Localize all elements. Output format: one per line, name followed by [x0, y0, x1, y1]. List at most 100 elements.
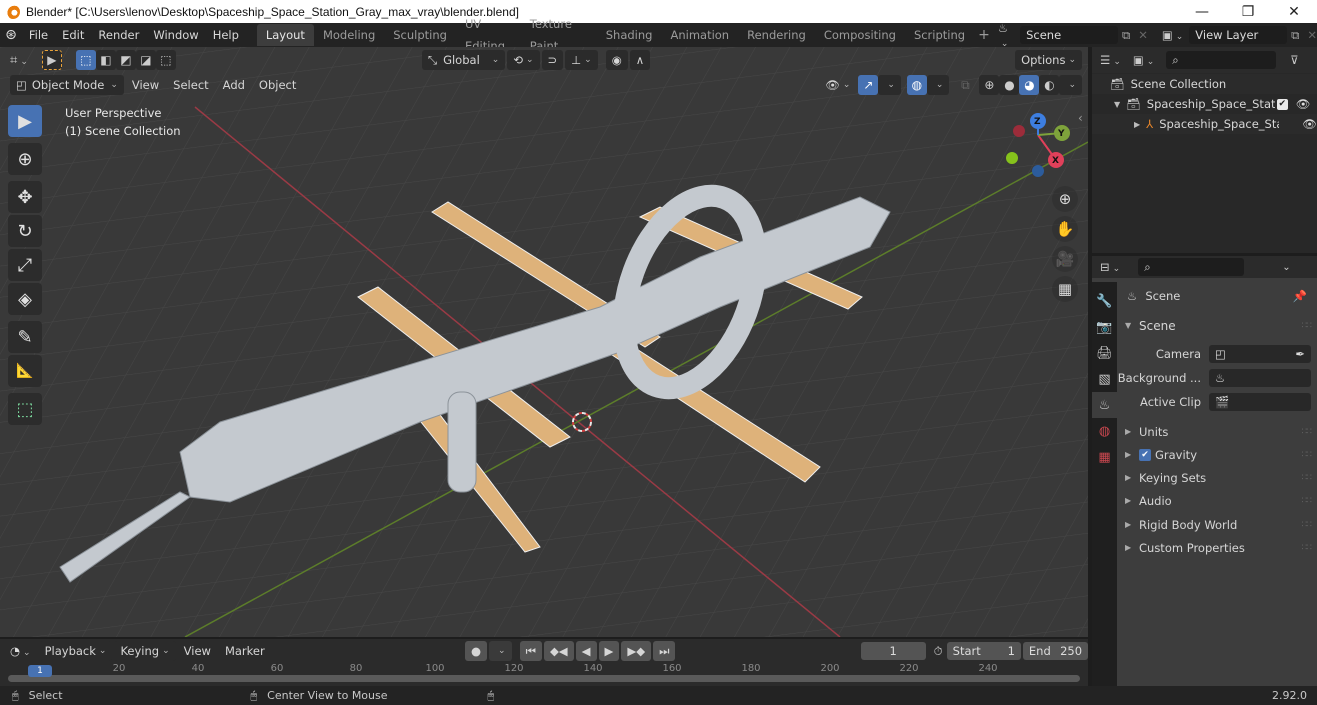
scene-panel-header[interactable]: ▼ Scene ∷∷	[1117, 314, 1317, 337]
playhead[interactable]: 1	[28, 665, 52, 677]
exclude-checkbox[interactable]: ✔	[1276, 98, 1288, 110]
end-frame-field[interactable]: End 250	[1022, 642, 1089, 660]
expand-arrow-icon[interactable]: ▼	[1114, 100, 1120, 109]
workspace-tab-scripting[interactable]: Scripting	[905, 24, 974, 46]
playback-dropdown[interactable]: Playback ⌄	[38, 641, 113, 661]
visibility-eye-icon[interactable]: 👁	[1296, 97, 1311, 111]
add-workspace-button[interactable]: +	[974, 27, 994, 43]
drag-handle-icon[interactable]: ∷∷	[1302, 321, 1313, 331]
shading-solid[interactable]: ●	[999, 75, 1020, 95]
tool-scale[interactable]: ⤢	[8, 249, 42, 281]
drag-handle-icon[interactable]: ∷∷	[1302, 543, 1313, 553]
jump-to-prev-keyframe-button[interactable]: ◆◀	[543, 641, 574, 661]
shading-dropdown[interactable]: ⌄	[1059, 75, 1082, 95]
drag-handle-icon[interactable]: ∷∷	[1302, 496, 1313, 506]
view-layer-selector-icon[interactable]: ▣ ⌄	[1162, 28, 1183, 42]
tab-tool[interactable]: 🔧	[1092, 288, 1117, 314]
remove-view-layer-icon[interactable]: ✕	[1307, 28, 1317, 42]
select-mode-intersect-icon[interactable]: ⬚	[155, 50, 176, 70]
timeline-editor-type-icon[interactable]: ◔ ⌄	[10, 644, 31, 658]
properties-options-dropdown[interactable]: ⌄	[1282, 262, 1290, 273]
active-clip-field[interactable]: 🎬	[1209, 392, 1311, 411]
jump-to-start-button[interactable]: ⏮	[519, 641, 542, 661]
outliner-item[interactable]: ▼ 🗃 Spaceship_Space_Statior ✔ 👁	[1092, 94, 1317, 114]
mode-dropdown[interactable]: ◰ Object Mode ⌄	[10, 75, 124, 95]
zoom-view-button[interactable]: ⊕	[1052, 186, 1078, 212]
gizmo-neg-x[interactable]	[1013, 125, 1025, 137]
tool-rotate[interactable]: ↻	[8, 215, 42, 247]
pan-view-button[interactable]: ✋	[1052, 216, 1078, 242]
restore-button[interactable]: ❐	[1225, 0, 1271, 23]
keying-dropdown[interactable]: Keying ⌄	[114, 641, 176, 661]
tab-world[interactable]: ◍	[1092, 418, 1117, 444]
gravity-checkbox[interactable]: ✔	[1139, 448, 1151, 461]
menu-add[interactable]: Add	[217, 75, 251, 95]
rigid-body-world-panel[interactable]: ▶ Rigid Body World ∷∷	[1117, 513, 1317, 536]
jump-to-end-button[interactable]: ⏭	[653, 641, 676, 661]
gizmo-neg-y[interactable]	[1006, 152, 1018, 164]
gizmo-dropdown[interactable]: ⌄	[878, 75, 901, 95]
keying-sets-panel[interactable]: ▶ Keying Sets ∷∷	[1117, 466, 1317, 489]
units-panel[interactable]: ▶ Units ∷∷	[1117, 420, 1317, 443]
tab-scene[interactable]: ♨	[1092, 392, 1117, 418]
timeline-menu-marker[interactable]: Marker	[219, 641, 271, 661]
menu-help[interactable]: Help	[206, 23, 246, 47]
play-reverse-button[interactable]: ◀	[575, 641, 597, 661]
toggle-ortho-button[interactable]: ▦	[1052, 276, 1078, 302]
proportional-edit-toggle[interactable]: ◉	[605, 50, 628, 70]
tool-move[interactable]: ✥	[8, 181, 42, 213]
editor-type-icon[interactable]: ⌗ ⌄	[10, 53, 28, 68]
gizmo-neg-z[interactable]	[1032, 165, 1044, 177]
remove-scene-icon[interactable]: ✕	[1138, 28, 1148, 42]
duplicate-scene-icon[interactable]: ⧉	[1122, 28, 1130, 43]
camera-field[interactable]: ◰ ✒	[1209, 344, 1311, 363]
workspace-tab-compositing[interactable]: Compositing	[815, 24, 905, 46]
stopwatch-icon[interactable]: ⏱	[934, 644, 943, 659]
jump-to-next-keyframe-button[interactable]: ▶◆	[621, 641, 652, 661]
timeline-menu-view[interactable]: View	[178, 641, 217, 661]
auto-keying-toggle[interactable]: ●	[464, 641, 488, 661]
workspace-tab-animation[interactable]: Animation	[661, 24, 738, 46]
close-button[interactable]: ✕	[1271, 0, 1317, 23]
workspace-tab-shading[interactable]: Shading	[597, 24, 662, 46]
start-frame-field[interactable]: Start 1	[946, 642, 1021, 660]
workspace-tab-modeling[interactable]: Modeling	[314, 24, 384, 46]
active-tool-icon[interactable]: ▶	[41, 50, 62, 70]
tool-select-box[interactable]: ▶	[8, 105, 42, 137]
keying-set-dropdown[interactable]: ⌄	[489, 641, 512, 661]
snap-toggle[interactable]: ⊃	[541, 50, 564, 70]
tool-cursor[interactable]: ⊕	[8, 143, 42, 175]
snap-target-dropdown[interactable]: ⊥ ⌄	[565, 50, 598, 70]
shading-wireframe[interactable]: ⊕	[979, 75, 1000, 95]
outliner-item[interactable]: ▶ ⅄ Spaceship_Space_Stа 👁	[1092, 114, 1317, 134]
drag-handle-icon[interactable]: ∷∷	[1302, 450, 1313, 460]
workspace-tab-rendering[interactable]: Rendering	[738, 24, 815, 46]
visibility-dropdown[interactable]: 👁 ⌄	[819, 75, 856, 95]
menu-file[interactable]: File	[22, 23, 55, 47]
outliner-editor-type-icon[interactable]: ☰ ⌄	[1100, 53, 1121, 67]
drag-handle-icon[interactable]: ∷∷	[1302, 520, 1313, 530]
properties-editor-type-icon[interactable]: ⊟ ⌄	[1100, 260, 1120, 274]
sidebar-toggle-icon[interactable]: ‹	[1078, 111, 1083, 125]
menu-select[interactable]: Select	[167, 75, 214, 95]
gizmo-toggle[interactable]: ↗	[858, 75, 879, 95]
overlay-dropdown[interactable]: ⌄	[926, 75, 950, 95]
camera-view-button[interactable]: 🎥	[1052, 246, 1078, 272]
xray-toggle[interactable]: ⧉	[955, 75, 975, 95]
tab-texture[interactable]: ▦	[1092, 444, 1117, 470]
tab-output[interactable]: 🖨	[1092, 340, 1117, 366]
tool-add-cube[interactable]: ⬚	[8, 393, 42, 425]
gravity-panel[interactable]: ▶ ✔ Gravity ∷∷	[1117, 443, 1317, 466]
scene-name-field[interactable]: Scene	[1020, 26, 1118, 44]
tab-render[interactable]: 📷	[1092, 314, 1117, 340]
outliner-search-input[interactable]: ⌕	[1166, 51, 1277, 69]
3d-viewport[interactable]: X Y Z ⌗ ⌄ ▶ ⬚ ◧ ◩ ◪ ⬚ ⤡ Global ⌄ ⟲ ⌄ ⊃ ⊥ ⌄ ◉ …	[0, 47, 1088, 637]
tool-annotate[interactable]: ✎	[8, 321, 42, 353]
current-frame-field[interactable]: 1	[860, 642, 926, 660]
shading-rendered[interactable]: ◐	[1039, 75, 1060, 95]
shading-material[interactable]: ◕	[1019, 75, 1040, 95]
workspace-tab-layout[interactable]: Layout	[256, 24, 314, 46]
options-dropdown[interactable]: Options ⌄	[1015, 50, 1082, 70]
scene-selector-icon[interactable]: ♨⌄	[998, 21, 1014, 49]
overlay-toggle[interactable]: ◍	[906, 75, 927, 95]
